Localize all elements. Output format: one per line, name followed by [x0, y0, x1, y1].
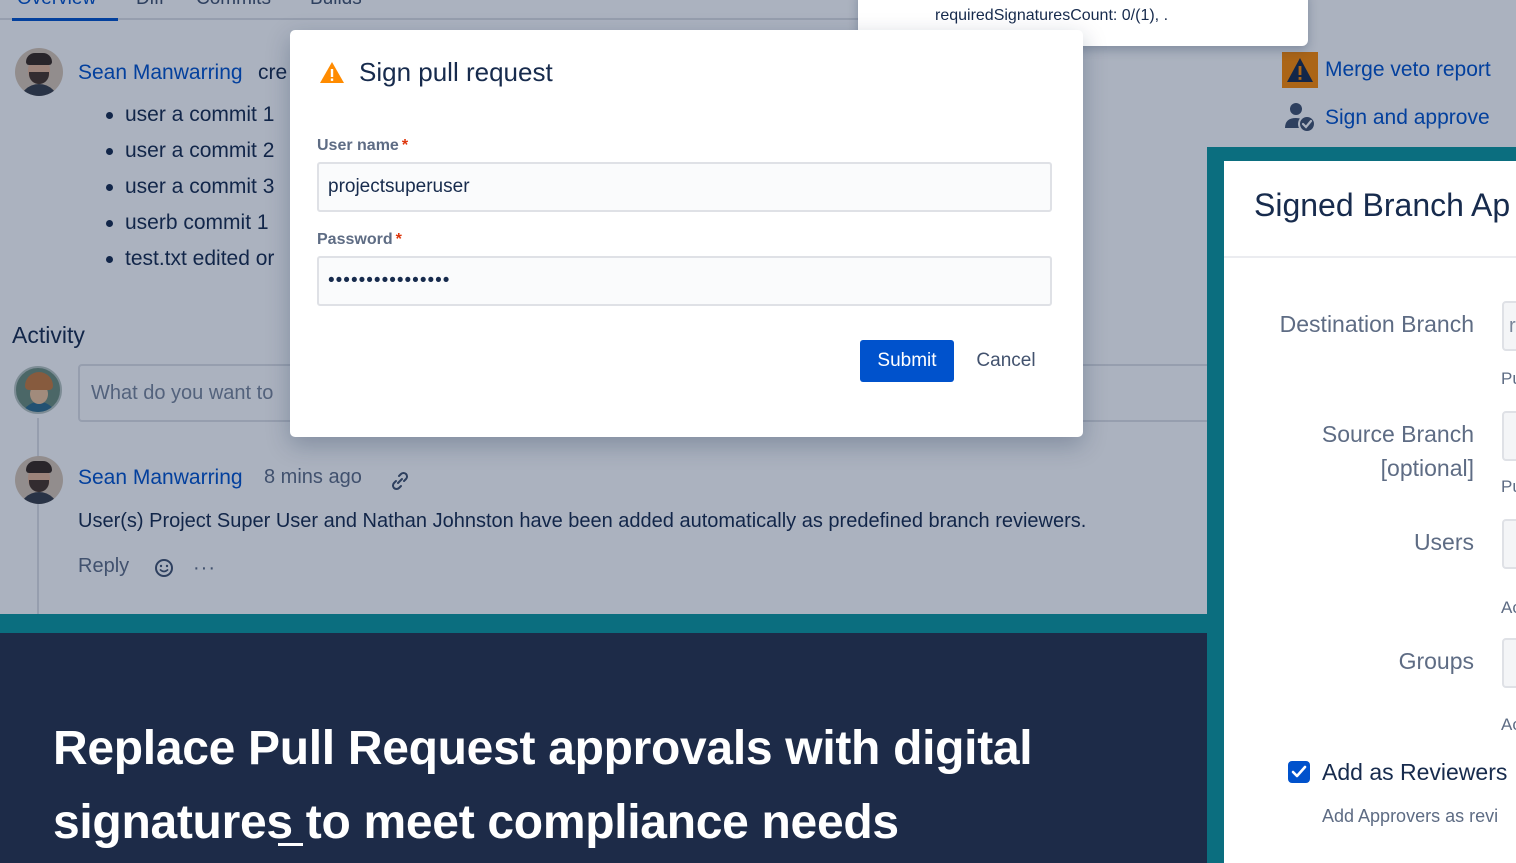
groups-help: Ac — [1501, 715, 1516, 734]
destination-branch-help: Pu — [1501, 369, 1516, 388]
groups-label: Groups — [1398, 648, 1474, 674]
groups-input[interactable] — [1502, 638, 1516, 688]
source-branch-optional-label: [optional] — [1380, 455, 1474, 481]
password-field[interactable] — [317, 256, 1052, 306]
banner-accent-stripe — [0, 614, 1207, 633]
cancel-button[interactable]: Cancel — [965, 340, 1047, 382]
banner-headline-line2: signatures to meet compliance needs — [53, 796, 899, 849]
dialog-title: Sign pull request — [359, 57, 553, 87]
destination-branch-value: r — [1509, 315, 1516, 337]
users-help: Ac — [1501, 598, 1516, 617]
marketing-banner: Replace Pull Request approvals with digi… — [0, 633, 1207, 863]
tooltip-text: requiredSignaturesCount: 0/(1), . — [935, 7, 1169, 24]
users-label: Users — [1413, 529, 1474, 555]
signed-branch-config-panel: Signed Branch Ap Destination Branch r Pu… — [1207, 147, 1516, 863]
required-marker: * — [395, 231, 402, 248]
source-branch-label: Source Branch — [1321, 421, 1474, 447]
sign-pull-request-dialog: Sign pull request User name* Password* S… — [290, 30, 1083, 437]
banner-underline — [278, 843, 303, 846]
panel-title: Signed Branch Ap — [1254, 187, 1511, 223]
destination-branch-label: Destination Branch — [1279, 311, 1474, 337]
panel-divider — [1224, 256, 1516, 258]
username-field[interactable] — [317, 162, 1052, 212]
add-as-reviewers-checkbox[interactable] — [1288, 761, 1310, 783]
username-label-text: User name — [317, 137, 399, 154]
source-branch-help: Pu — [1501, 477, 1516, 496]
destination-branch-input[interactable]: r — [1502, 301, 1516, 351]
source-branch-input[interactable] — [1502, 411, 1516, 461]
checkmark-icon — [1291, 765, 1307, 778]
banner-headline-line1: Replace Pull Request approvals with digi… — [53, 722, 1033, 775]
add-as-reviewers-description: Add Approvers as revi — [1322, 806, 1499, 826]
users-input[interactable] — [1502, 519, 1516, 569]
warning-icon — [320, 62, 344, 83]
password-label-text: Password — [317, 231, 393, 248]
username-label: User name * — [317, 137, 408, 155]
password-label: Password * — [317, 231, 402, 249]
add-as-reviewers-label[interactable]: Add as Reviewers — [1322, 759, 1507, 786]
required-marker: * — [401, 137, 409, 154]
submit-button[interactable]: Submit — [860, 340, 954, 382]
